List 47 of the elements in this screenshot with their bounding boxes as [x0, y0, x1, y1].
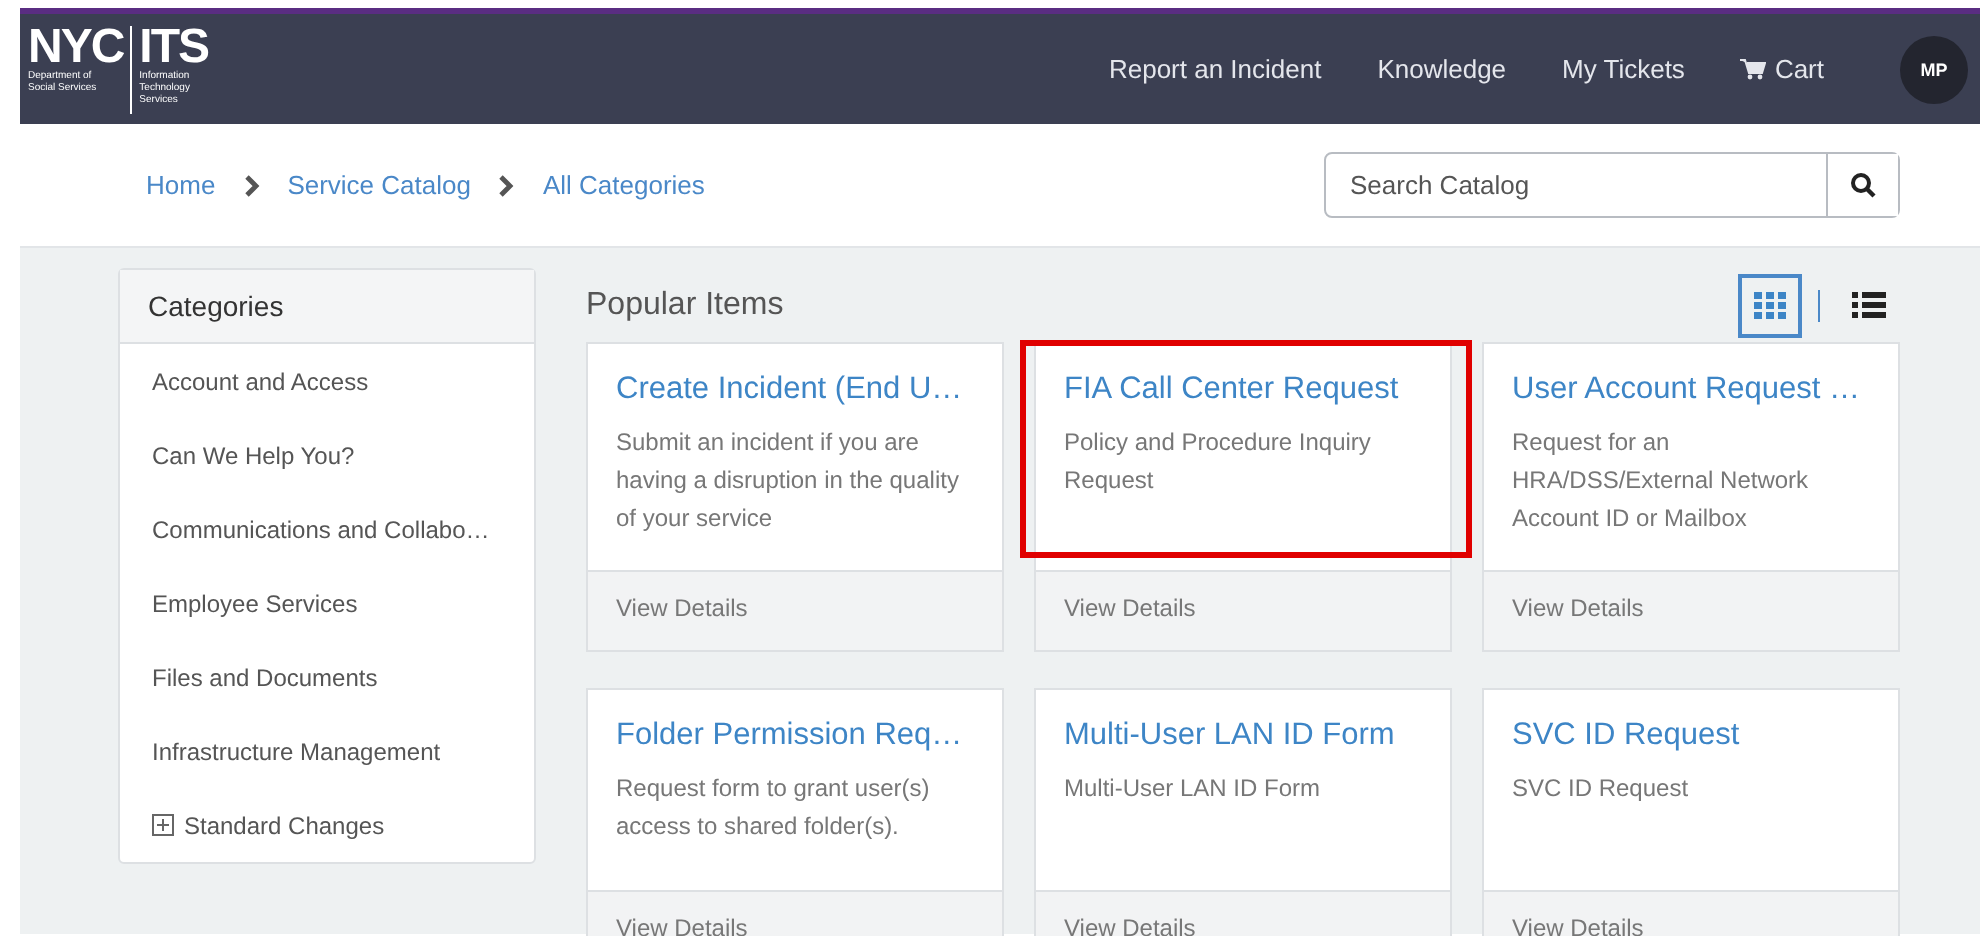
- chevron-icon: [243, 173, 260, 197]
- logo-mark: NYC: [28, 25, 124, 69]
- search-field[interactable]: Search Catalog: [1324, 152, 1900, 218]
- item-title-link[interactable]: FIA Call Center Request: [1064, 372, 1422, 408]
- item-description: Request for an HRA/DSS/External Network Account ID or Mailbox: [1512, 426, 1811, 536]
- cart-icon: [1740, 58, 1767, 80]
- item-description: Policy and Procedure Inquiry Request: [1064, 426, 1373, 498]
- category-link[interactable]: Employee Services: [120, 566, 534, 640]
- item-description: SVC ID Request: [1512, 772, 1691, 806]
- item-title-link[interactable]: Create Incident (End U…: [616, 372, 974, 408]
- breadcrumb-link[interactable]: Home: [146, 170, 216, 200]
- item-title-link[interactable]: Multi-User LAN ID Form: [1064, 718, 1422, 754]
- category-link[interactable]: Can We Help You?: [120, 418, 534, 492]
- list-icon: [1851, 292, 1885, 318]
- category-link[interactable]: Account and Access: [120, 344, 534, 418]
- grid-view-button[interactable]: [1738, 273, 1802, 337]
- item-description: Submit an incident if you are having a disruption in the quality of your service: [616, 426, 961, 536]
- search-icon: [1850, 172, 1876, 198]
- view-details-link[interactable]: View Details: [1484, 890, 1898, 936]
- search-button[interactable]: [1826, 154, 1898, 216]
- cart-link[interactable]: Cart: [1740, 54, 1824, 84]
- section-title: Popular Items: [586, 287, 784, 323]
- nav-link[interactable]: Knowledge: [1377, 54, 1507, 84]
- nav-link[interactable]: Report an Incident: [1108, 54, 1322, 84]
- view-details-link[interactable]: View Details: [1484, 570, 1898, 650]
- category-link[interactable]: Infrastructure Management: [120, 714, 534, 788]
- item-title-link[interactable]: SVC ID Request: [1512, 718, 1870, 754]
- user-avatar[interactable]: MP: [1900, 35, 1968, 103]
- view-details-link[interactable]: View Details: [1036, 570, 1450, 650]
- search-input[interactable]: Search Catalog: [1326, 154, 1826, 216]
- item-title-link[interactable]: User Account Request …: [1512, 372, 1870, 408]
- item-description: Multi-User LAN ID Form: [1064, 772, 1323, 806]
- item-title-link[interactable]: Folder Permission Req…: [616, 718, 974, 754]
- category-link[interactable]: Files and Documents: [120, 640, 534, 714]
- chevron-icon: [498, 173, 515, 197]
- view-details-link[interactable]: View Details: [588, 890, 1002, 936]
- breadcrumb-link[interactable]: All Categories: [542, 170, 705, 200]
- logo-mark: ITS: [139, 25, 211, 69]
- item-description: Request form to grant user(s) access to shared folder(s).: [616, 772, 932, 844]
- view-details-link[interactable]: View Details: [588, 570, 1002, 650]
- nav-link[interactable]: My Tickets: [1562, 54, 1685, 84]
- grid-icon: [1754, 291, 1786, 319]
- panel-title: Categories: [120, 270, 534, 344]
- category-link[interactable]: Standard Changes: [120, 788, 534, 862]
- category-link[interactable]: Communications and Collabo…: [120, 492, 534, 566]
- view-details-link[interactable]: View Details: [1036, 890, 1450, 936]
- breadcrumb-link[interactable]: Service Catalog: [287, 170, 471, 200]
